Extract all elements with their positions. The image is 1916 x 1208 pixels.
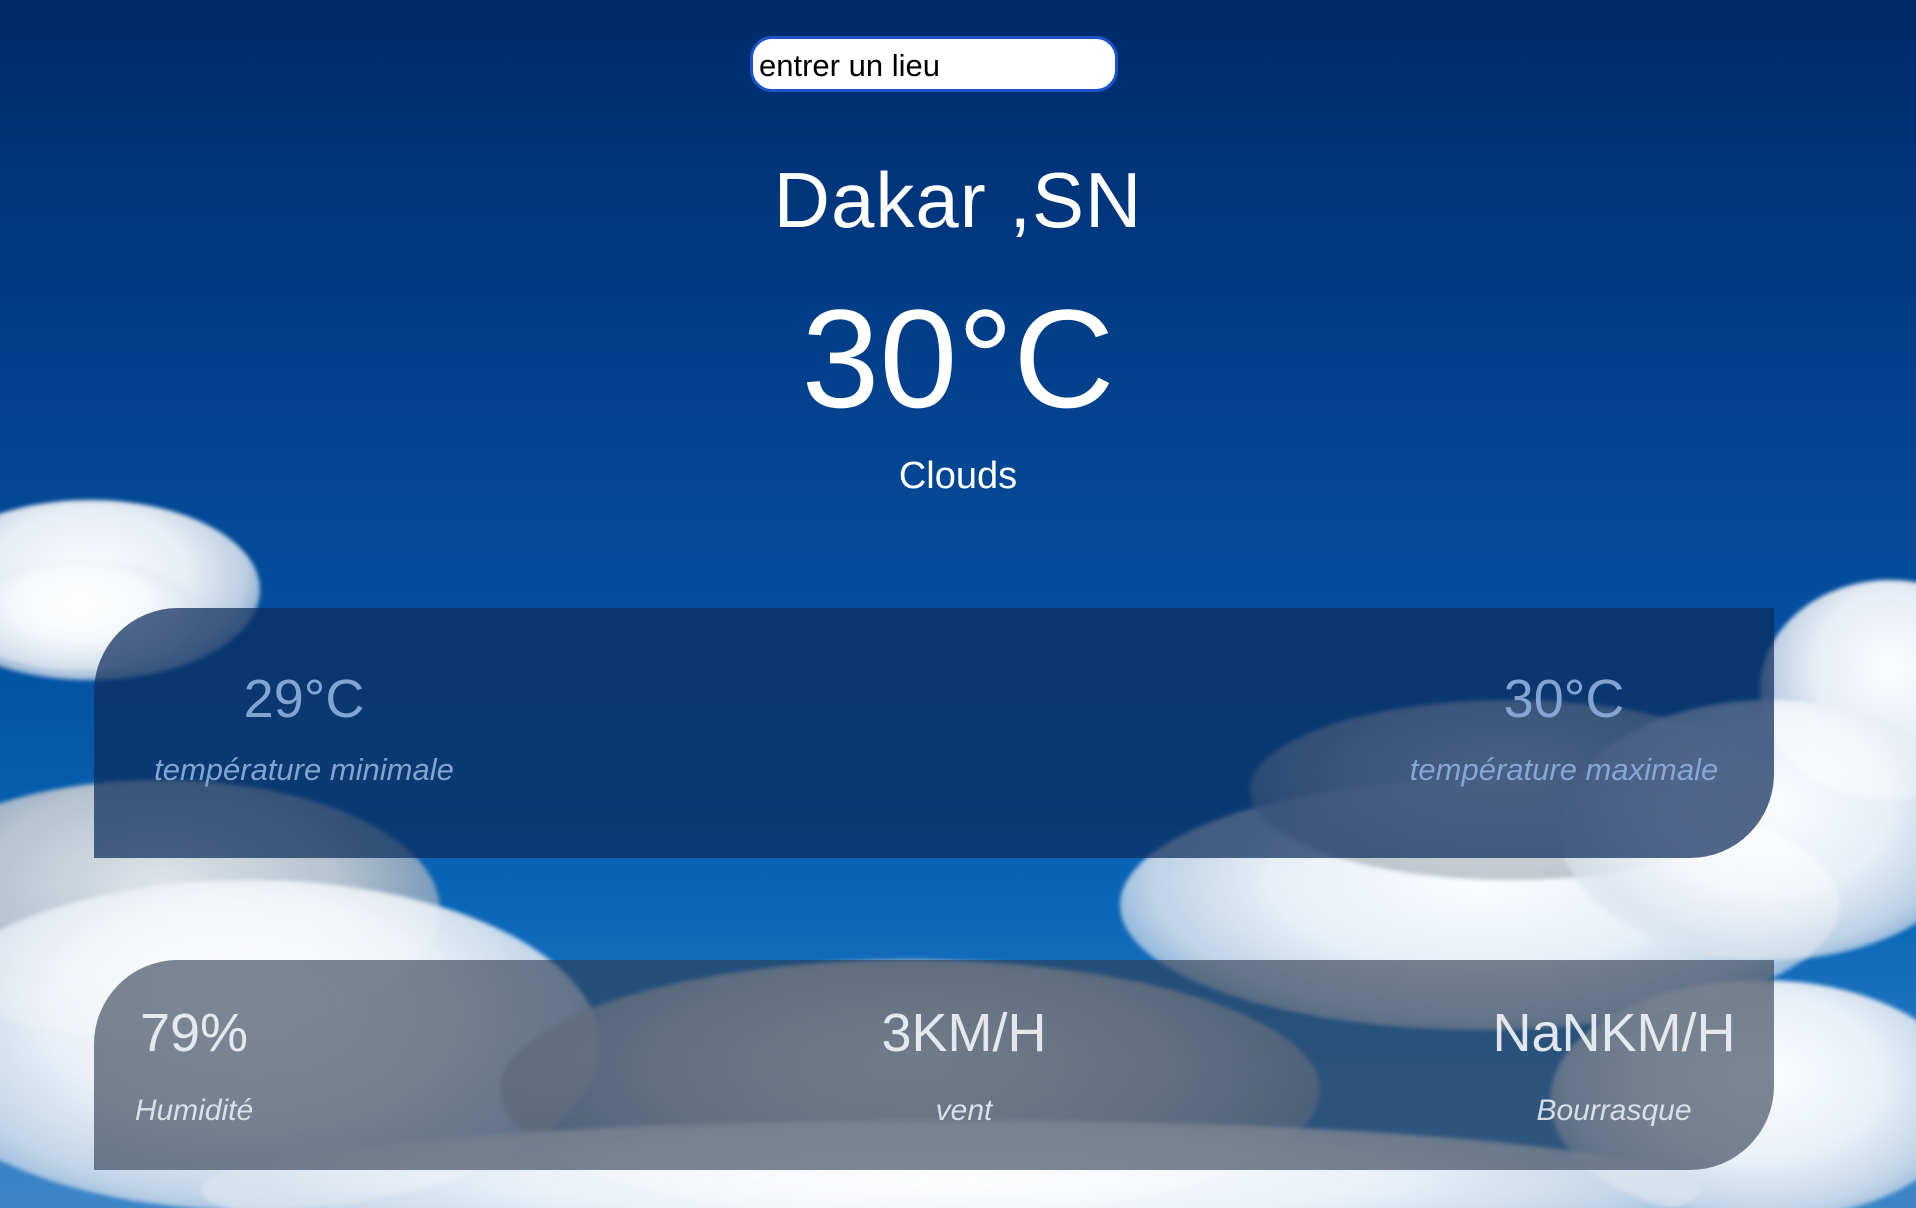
humidity-label: Humidité (134, 1094, 254, 1127)
wind-stat: 3KM/H vent (774, 1002, 1154, 1128)
humidity-stat: 79% Humidité (94, 1002, 294, 1128)
temperature-range-panel: 29°C température minimale 30°C températu… (94, 608, 1774, 858)
humidity-value: 79% (139, 1003, 249, 1063)
gust-label: Bourrasque (1536, 1094, 1692, 1127)
min-temperature-stat: 29°C température minimale (134, 668, 474, 788)
city-name: Dakar ,SN (773, 156, 1143, 244)
wind-label: vent (935, 1094, 993, 1127)
max-temperature-stat: 30°C température maximale (1394, 668, 1734, 788)
max-temperature-label: température maximale (1409, 752, 1719, 787)
gust-value: NaNKM/H (1492, 1003, 1736, 1063)
max-temperature-value: 30°C (1503, 669, 1625, 729)
current-temperature: 30°C (801, 280, 1115, 437)
min-temperature-label: température minimale (154, 752, 454, 787)
search-box (750, 36, 1118, 92)
min-temperature-value: 29°C (243, 669, 365, 729)
weather-condition: Clouds (898, 455, 1018, 497)
weather-details-panel: 79% Humidité 3KM/H vent NaNKM/H Bourrasq… (94, 960, 1774, 1170)
location-search-input[interactable] (750, 36, 1118, 92)
wind-value: 3KM/H (881, 1003, 1047, 1063)
gust-stat: NaNKM/H Bourrasque (1474, 1002, 1754, 1128)
